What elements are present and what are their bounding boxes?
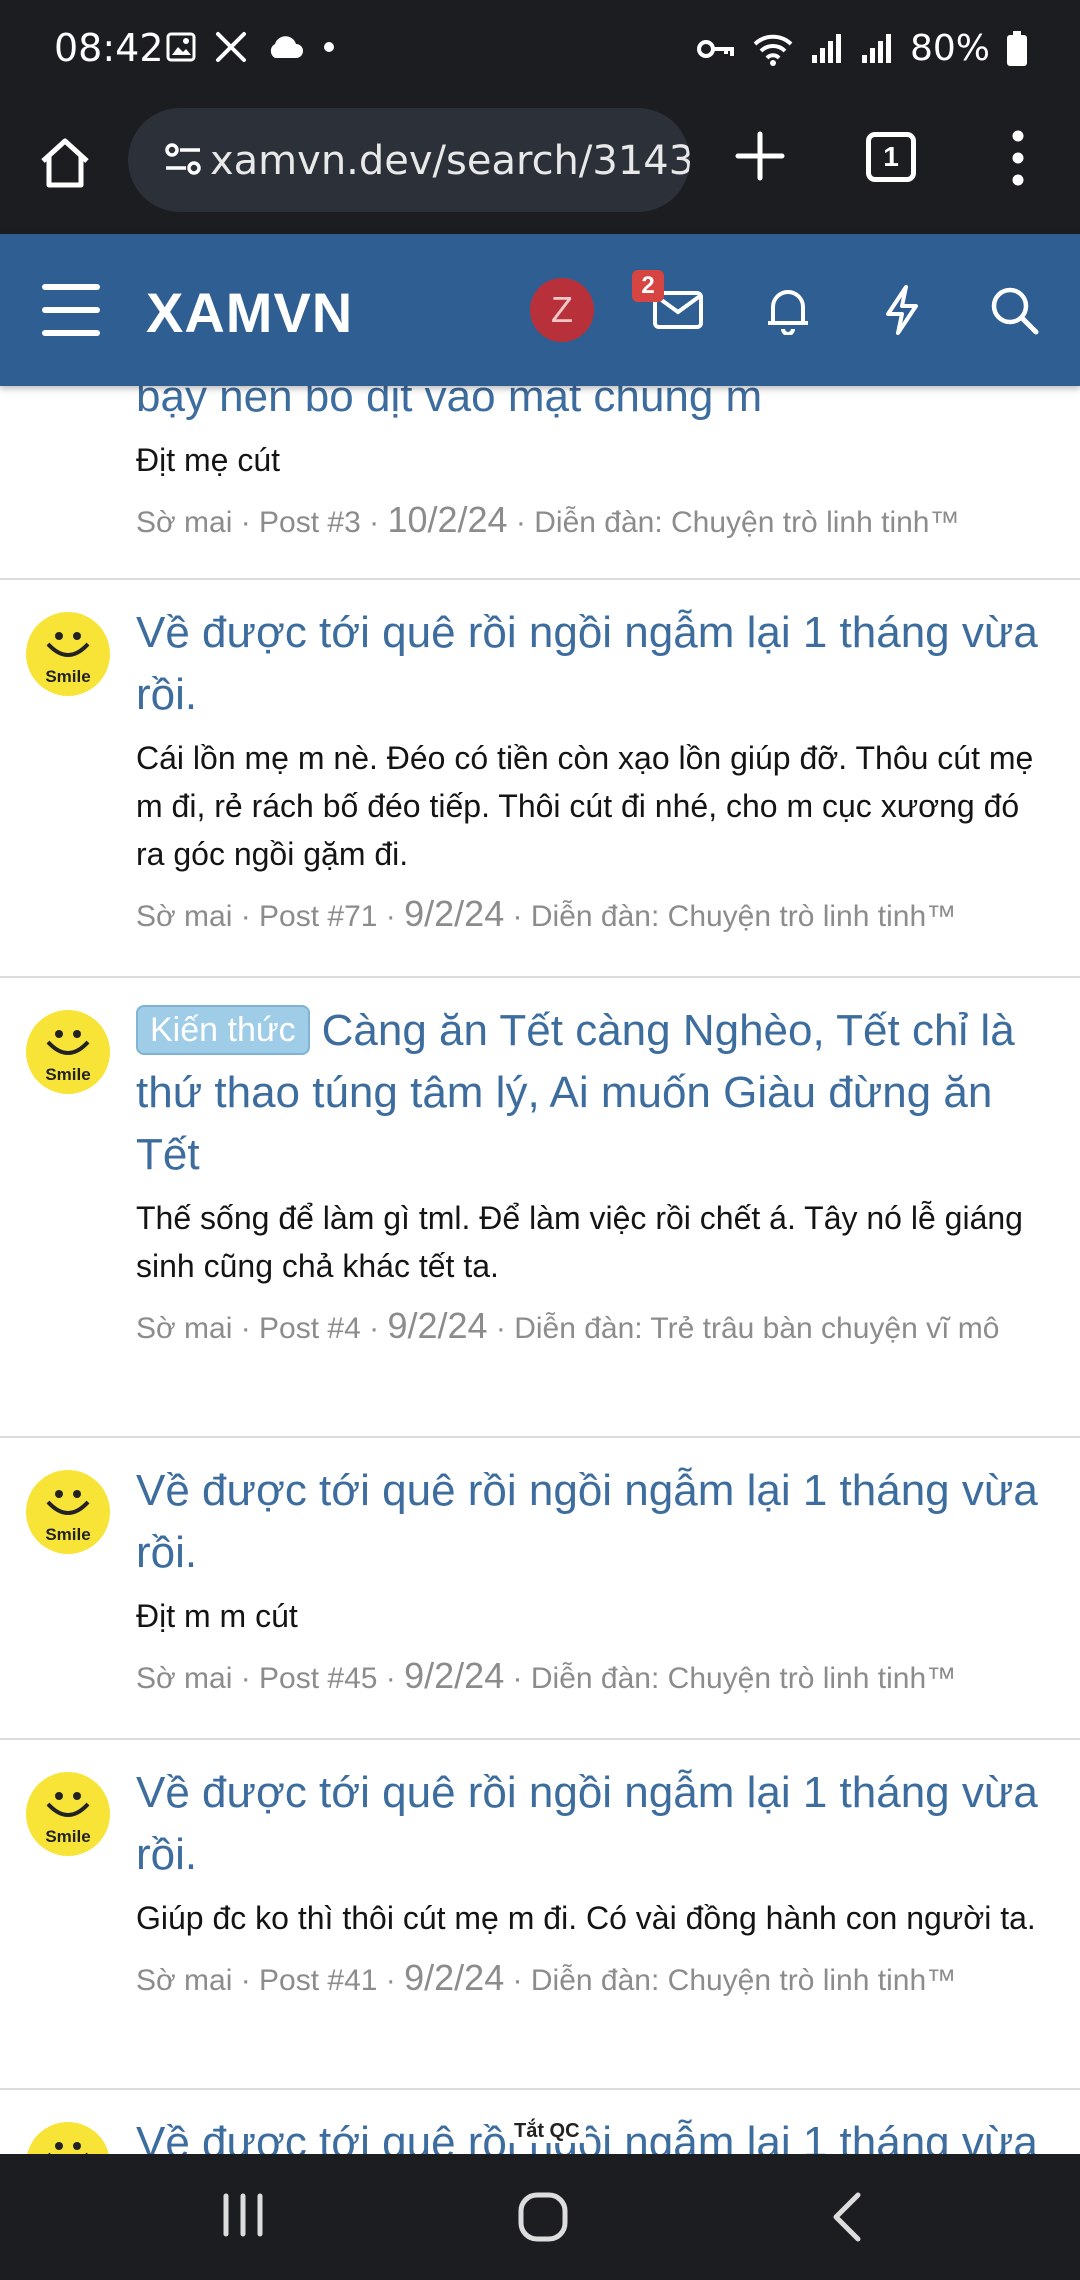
result-forum[interactable]: Diễn đàn: Chuyện trò linh tinh™ <box>531 900 956 933</box>
vpn-key-icon <box>696 39 734 58</box>
url-text: xamvn.dev/search/3143 <box>210 138 690 184</box>
system-icons: 80% <box>696 28 1028 69</box>
avatar-label: Smile <box>45 1065 90 1084</box>
result-author[interactable]: Sờ mai <box>136 1312 232 1345</box>
search-results: bạy nên bỏ địt vào mặt chúng m Địt mẹ cú… <box>0 300 1080 2230</box>
cloud-icon <box>270 36 303 58</box>
result-forum[interactable]: Diễn đàn: Chuyện trò linh tinh™ <box>534 506 959 539</box>
notification-icons <box>166 30 336 64</box>
home-nav-icon[interactable] <box>516 2190 572 2246</box>
back-icon[interactable] <box>828 2190 868 2244</box>
status-bar: 08:42 80% <box>0 0 1080 100</box>
bell-icon <box>768 290 808 335</box>
site-logo[interactable]: XAMVN <box>146 280 353 345</box>
avatar-label: Smile <box>45 667 90 686</box>
search-icon <box>991 287 1039 335</box>
result-date: 9/2/24 <box>387 1305 488 1346</box>
result-author[interactable]: Sờ mai <box>136 1964 232 1997</box>
thread-prefix-badge[interactable]: Kiến thức <box>136 1005 310 1055</box>
result-post-number: Post #41 <box>259 1964 378 1997</box>
result-date: 9/2/24 <box>404 1655 505 1696</box>
result-meta: Sờ mai · Post #41 · 9/2/24 · Diễn đàn: C… <box>136 1957 957 1998</box>
avatar[interactable]: Smile <box>26 1010 110 1094</box>
wifi-icon <box>753 34 793 66</box>
site-settings-icon[interactable] <box>164 142 202 176</box>
status-time: 08:42 <box>54 26 164 70</box>
home-icon <box>41 138 89 188</box>
system-nav-bar <box>0 2154 1080 2280</box>
menu-icon[interactable] <box>42 284 100 336</box>
smile-avatar-icon: Smile <box>45 632 91 686</box>
lightning-icon <box>886 285 918 335</box>
search-result: Smile Về được tới quê rồi ngồi ngẫm lại … <box>0 580 1080 978</box>
smile-avatar-icon: Smile <box>45 1490 91 1544</box>
result-title[interactable]: Về được tới quê rồi ngồi ngẫm lại 1 thán… <box>136 1762 1046 1886</box>
result-post-number: Post #4 <box>259 1312 361 1345</box>
smile-avatar-icon: Smile <box>45 1030 91 1084</box>
recent-apps-icon[interactable] <box>218 2190 268 2240</box>
result-post-number: Post #71 <box>259 900 378 933</box>
avatar[interactable]: Smile <box>26 1470 110 1554</box>
tab-switcher-button[interactable]: 1 <box>866 132 916 182</box>
result-snippet: Địt mẹ cút <box>136 442 281 478</box>
whats-new-button[interactable] <box>870 278 934 342</box>
result-date: 10/2/24 <box>387 499 508 540</box>
more-options-icon[interactable] <box>1000 128 1036 188</box>
result-snippet: Thế sống để làm gì tml. Để làm việc rồi … <box>136 1200 1023 1284</box>
result-post-number: Post #3 <box>259 506 361 539</box>
result-title[interactable]: Về được tới quê rồi ngồi ngẫm lại 1 thán… <box>136 1460 1046 1584</box>
result-date: 9/2/24 <box>404 1957 505 1998</box>
hide-ads-label[interactable]: Tắt QC <box>508 2120 586 2143</box>
inbox-badge: 2 <box>632 270 664 302</box>
avatar-label: Smile <box>45 1827 90 1846</box>
gallery-icon <box>166 32 196 62</box>
battery-percent: 80% <box>909 28 990 69</box>
smile-avatar-icon: Smile <box>45 1792 91 1846</box>
new-tab-icon[interactable] <box>730 126 790 186</box>
tools-icon <box>216 32 246 62</box>
result-snippet: Giúp đc ko thì thôi cút mẹ m đi. Có vài … <box>136 1900 1036 1936</box>
result-meta: Sờ mai · Post #45 · 9/2/24 · Diễn đàn: C… <box>136 1655 957 1696</box>
dot-icon <box>324 42 334 52</box>
address-bar[interactable]: xamvn.dev/search/3143 <box>128 108 690 212</box>
signal-icon-2 <box>861 33 891 63</box>
result-author[interactable]: Sờ mai <box>136 1662 232 1695</box>
result-snippet: Địt m m cút <box>136 1598 298 1634</box>
result-forum[interactable]: Diễn đàn: Chuyện trò linh tinh™ <box>531 1662 956 1695</box>
result-author[interactable]: Sờ mai <box>136 506 232 539</box>
result-post-number: Post #45 <box>259 1662 378 1695</box>
result-snippet: Cái lồn mẹ m nè. Đéo có tiền còn xạo lồn… <box>136 740 1034 872</box>
result-meta: Sờ mai · Post #3 · 10/2/24 · Diễn đàn: C… <box>136 499 960 540</box>
result-forum[interactable]: Diễn đàn: Trẻ trâu bàn chuyện vĩ mô <box>514 1312 999 1345</box>
alerts-button[interactable] <box>756 278 820 342</box>
result-forum[interactable]: Diễn đàn: Chuyện trò linh tinh™ <box>531 1964 956 1997</box>
search-result: Smile Về được tới quê rồi ngồi ngẫm lại … <box>0 1740 1080 2090</box>
avatar[interactable]: Smile <box>26 1772 110 1856</box>
site-header: XAMVN Z 2 <box>0 234 1080 386</box>
result-title[interactable]: Kiến thức Càng ăn Tết càng Nghèo, Tết chỉ… <box>136 1000 1046 1186</box>
home-button[interactable] <box>30 128 100 198</box>
result-meta: Sờ mai · Post #71 · 9/2/24 · Diễn đàn: C… <box>136 893 957 934</box>
browser-toolbar: xamvn.dev/search/3143 1 <box>0 100 1080 234</box>
search-button[interactable] <box>982 278 1046 342</box>
search-result: Smile Kiến thức Càng ăn Tết càng Nghèo, T… <box>0 978 1080 1438</box>
result-author[interactable]: Sờ mai <box>136 900 232 933</box>
user-avatar[interactable]: Z <box>530 278 594 342</box>
search-result: Smile Về được tới quê rồi ngồi ngẫm lại … <box>0 1438 1080 1740</box>
avatar[interactable]: Smile <box>26 612 110 696</box>
signal-icon <box>811 33 841 63</box>
result-date: 9/2/24 <box>404 893 505 934</box>
battery-icon <box>1007 30 1027 66</box>
avatar-label: Smile <box>45 1525 90 1544</box>
result-title[interactable]: Về được tới quê rồi ngồi ngẫm lại 1 thán… <box>136 602 1046 726</box>
result-meta: Sờ mai · Post #4 · 9/2/24 · Diễn đàn: Tr… <box>136 1305 1000 1346</box>
